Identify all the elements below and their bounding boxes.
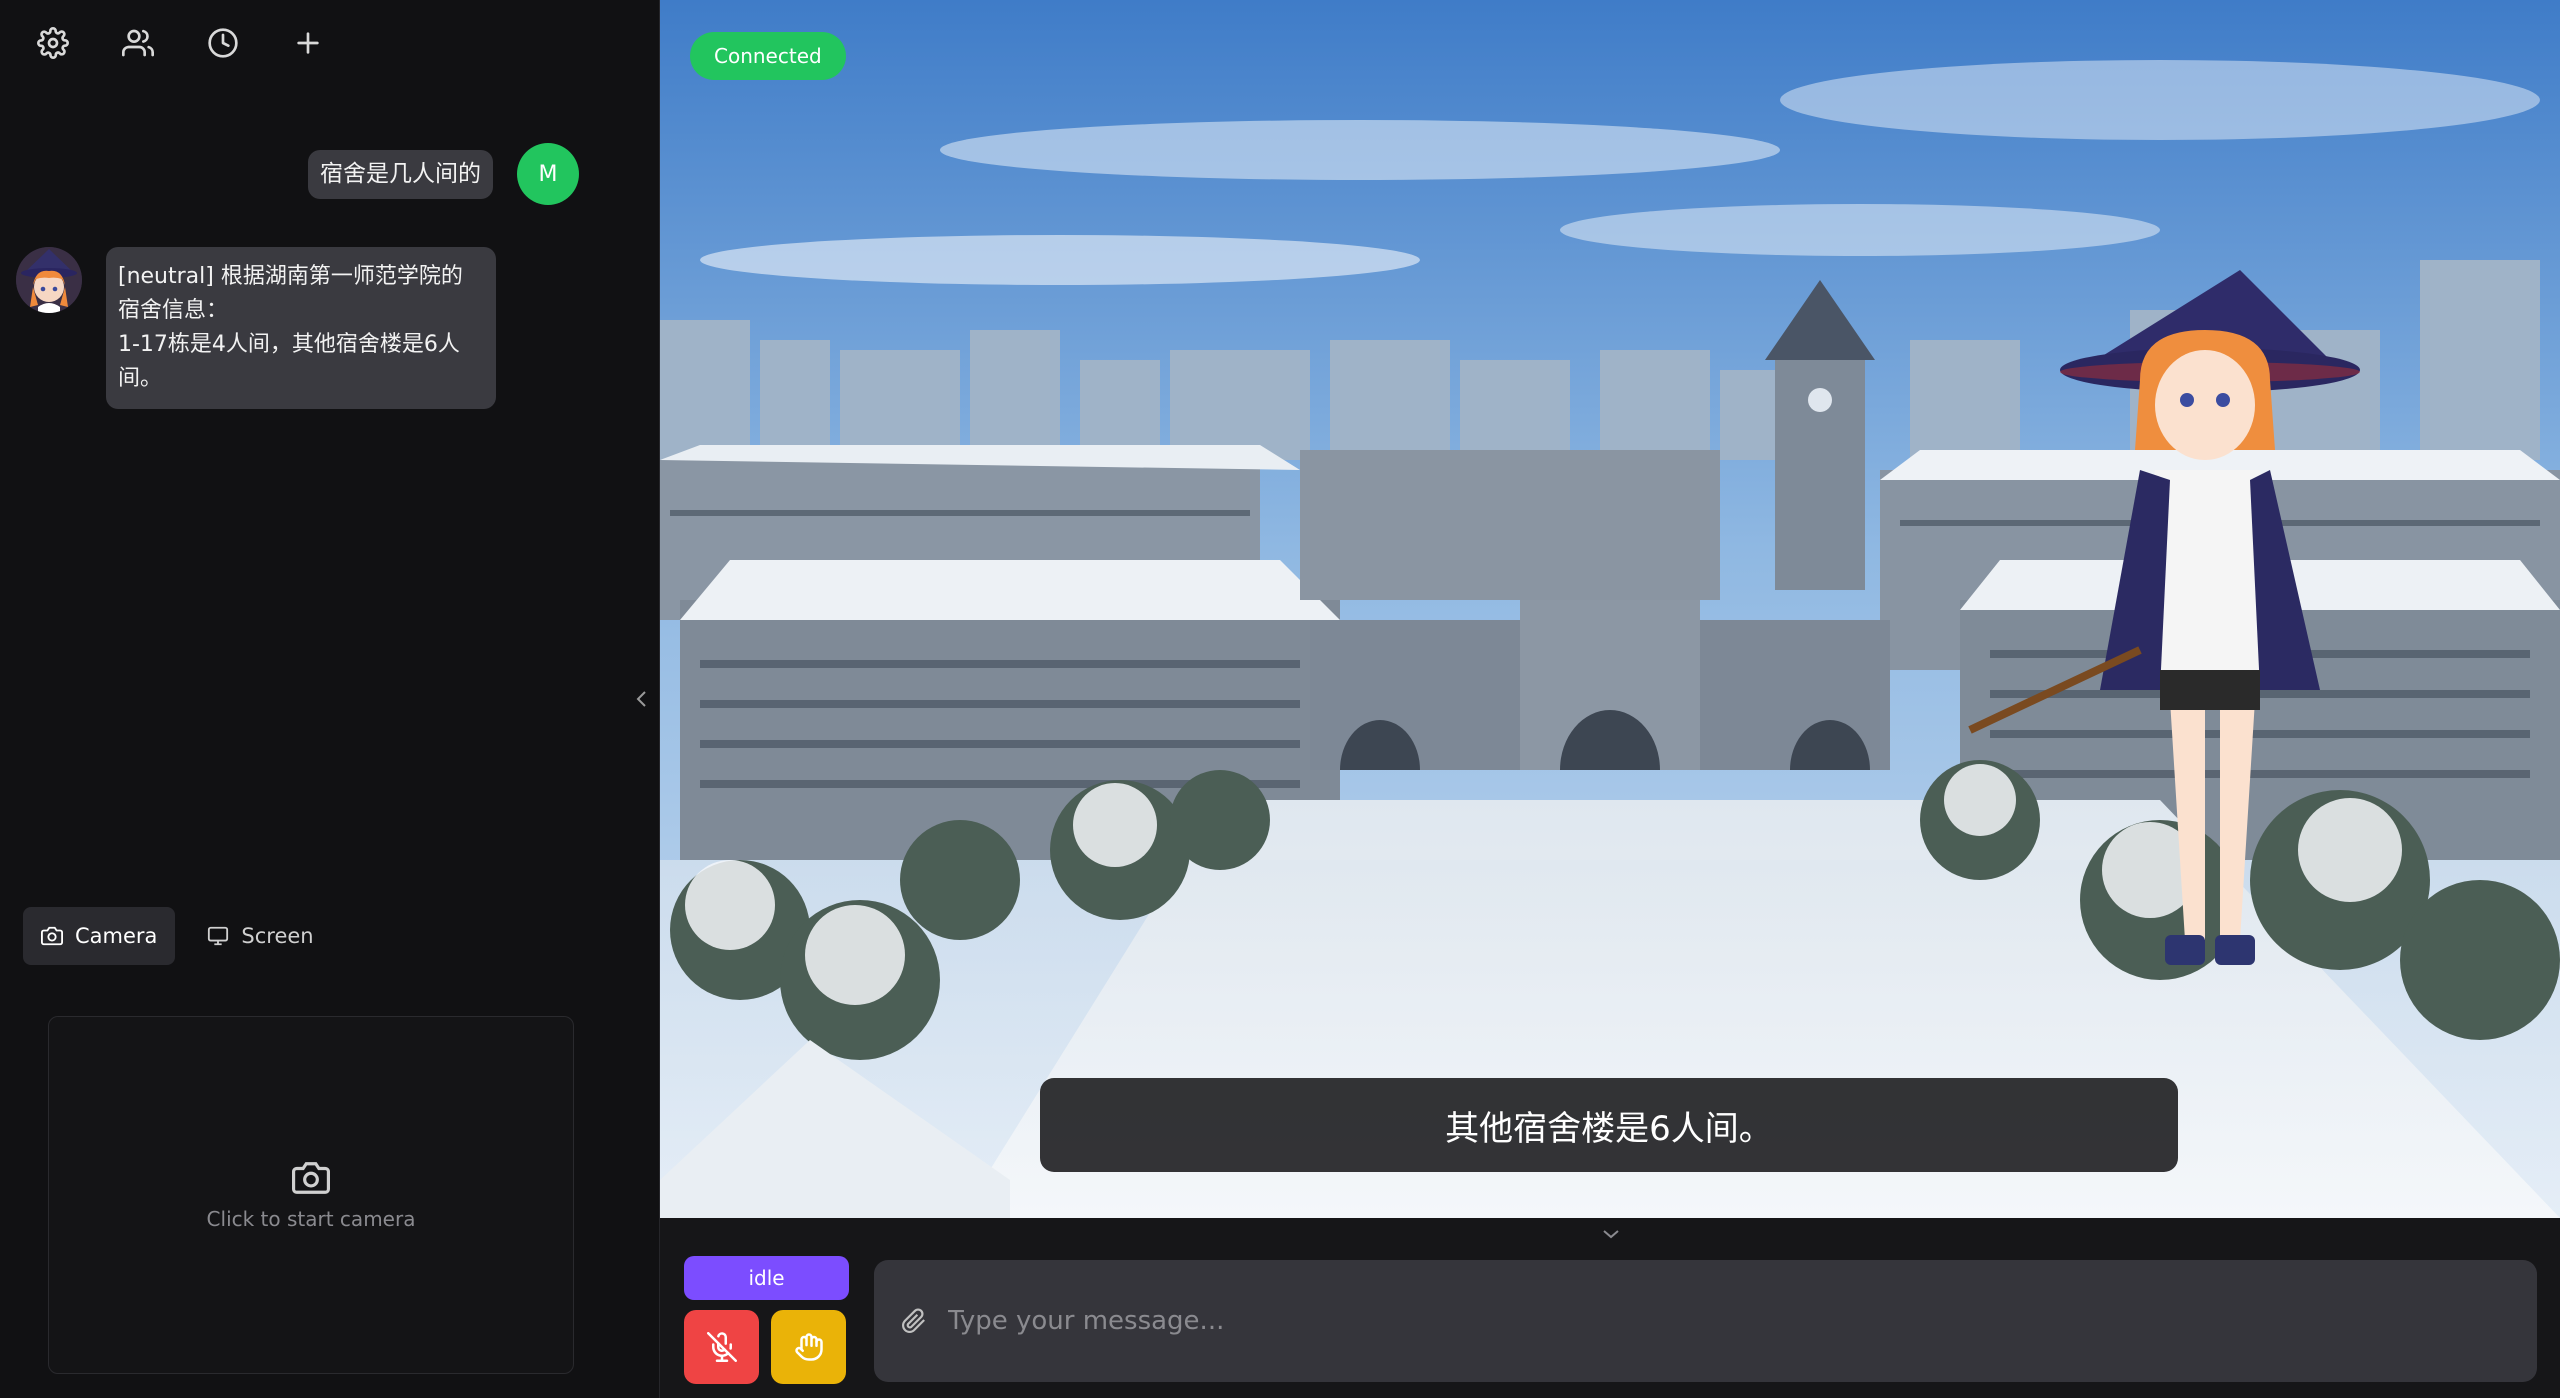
users-icon	[122, 29, 154, 57]
mic-toggle-button[interactable]	[684, 1310, 759, 1384]
user-message-bubble: 宿舍是几人间的	[308, 149, 493, 199]
subtitle-box: 其他宿舍楼是6人间。	[1040, 1078, 2178, 1172]
clock-icon	[208, 28, 238, 58]
input-bar: idle	[660, 1218, 2560, 1398]
chat-message-assistant: [neutral] 根据湖南第一师范学院的宿舍信息： 1-17栋是4人间，其他宿…	[16, 247, 496, 409]
settings-button[interactable]	[28, 22, 78, 64]
message-input-container	[874, 1260, 2537, 1382]
message-input[interactable]	[946, 1305, 2537, 1337]
live2d-stage: Connected 其他宿舍楼是6人间。	[660, 0, 2560, 1218]
toggle-input-button[interactable]	[1600, 1226, 1624, 1246]
sidebar-toolbar	[28, 22, 333, 64]
hand-icon	[794, 1333, 823, 1361]
plus-icon	[297, 32, 319, 54]
assistant-message-bubble: [neutral] 根据湖南第一师范学院的宿舍信息： 1-17栋是4人间，其他宿…	[106, 247, 496, 409]
interrupt-button[interactable]	[771, 1310, 846, 1384]
user-avatar: M	[517, 143, 579, 205]
monitor-icon	[208, 926, 229, 946]
chevron-down-icon	[1603, 1230, 1619, 1239]
mic-off-icon	[706, 1332, 737, 1362]
camera-panel[interactable]: Click to start camera	[48, 1016, 574, 1374]
characters-button[interactable]	[113, 22, 163, 64]
media-tabs: Camera Screen	[23, 907, 332, 965]
history-button[interactable]	[198, 22, 248, 64]
new-chat-button[interactable]	[283, 22, 333, 64]
background-scene	[660, 0, 2560, 1218]
tab-camera-label: Camera	[75, 924, 158, 948]
connection-status-badge: Connected	[690, 32, 846, 80]
camera-hint: Click to start camera	[206, 1207, 416, 1231]
collapse-sidebar-button[interactable]	[632, 688, 652, 712]
tab-camera[interactable]: Camera	[23, 907, 176, 965]
camera-icon	[292, 1162, 330, 1194]
gear-icon	[37, 27, 69, 59]
attach-button[interactable]	[894, 1301, 934, 1341]
tab-screen[interactable]: Screen	[189, 907, 331, 965]
camera-icon	[41, 926, 63, 946]
assistant-avatar	[16, 247, 82, 313]
ai-status-badge: idle	[684, 1256, 849, 1300]
paperclip-icon	[902, 1308, 925, 1333]
sidebar: 宿舍是几人间的 M [neutral] 根据湖南第一师范学院的宿舍信息： 1-1…	[0, 0, 660, 1398]
tab-screen-label: Screen	[241, 924, 314, 948]
chevron-left-icon	[636, 691, 646, 707]
chat-message-user: 宿舍是几人间的 M	[308, 143, 579, 205]
